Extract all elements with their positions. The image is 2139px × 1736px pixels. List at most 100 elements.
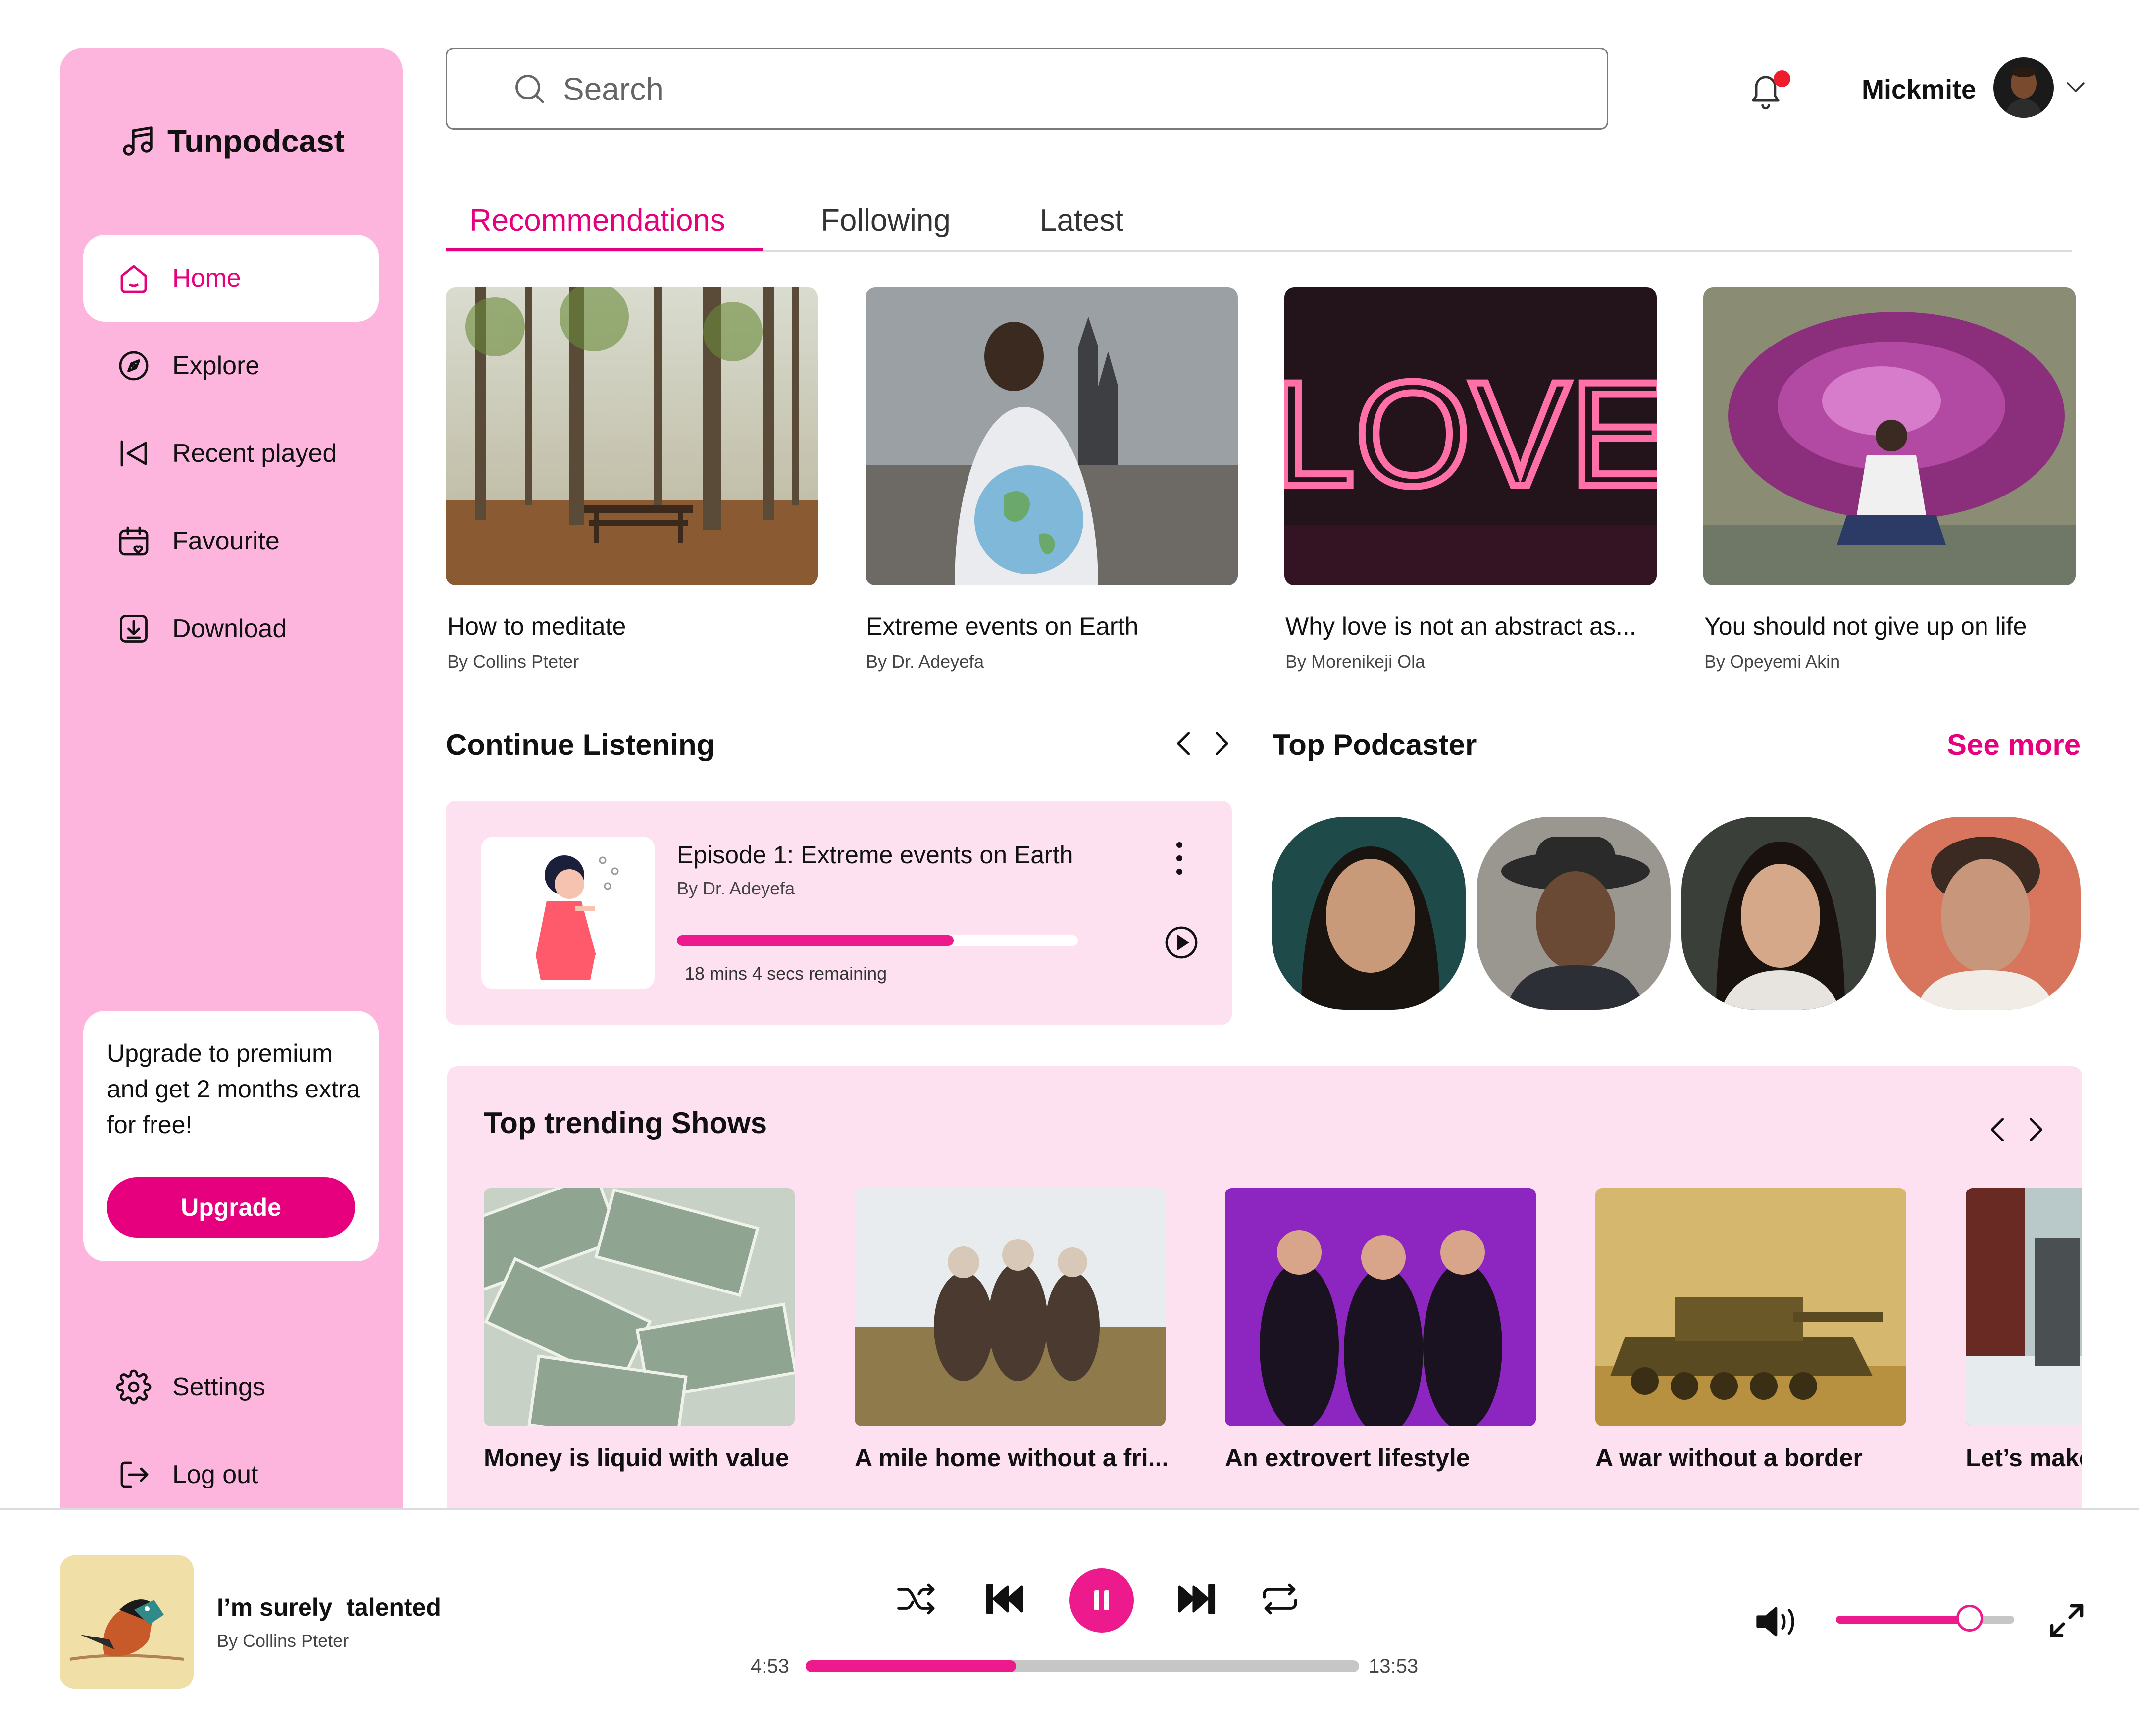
previous-track-icon[interactable] <box>982 1580 1027 1618</box>
next-track-icon[interactable] <box>1174 1580 1219 1618</box>
volume-slider[interactable] <box>1836 1605 2014 1632</box>
sidebar-item-home[interactable]: Home <box>83 235 379 322</box>
total-time: 13:53 <box>1369 1655 1419 1677</box>
tab-latest[interactable]: Latest <box>1040 203 1123 238</box>
notification-badge <box>1774 70 1790 87</box>
podcaster-avatar[interactable] <box>1477 817 1671 1010</box>
sidebar-item-label: Settings <box>172 1373 265 1401</box>
chevron-right-icon[interactable] <box>2024 1114 2048 1145</box>
upgrade-text: Upgrade to premium and get 2 months extr… <box>107 1040 360 1139</box>
app-logo[interactable]: Tunpodcast <box>120 119 345 163</box>
recent-icon <box>116 436 152 471</box>
sidebar-item-explore[interactable]: Explore <box>83 322 379 409</box>
episode-progress-bar[interactable] <box>677 935 1078 946</box>
recommendation-image-graffiti[interactable] <box>1703 287 2076 585</box>
trending-show-title[interactable]: A war without a border <box>1595 1443 1863 1472</box>
episode-author: By Dr. Adeyefa <box>677 878 795 898</box>
sidebar-item-recent-played[interactable]: Recent played <box>83 410 379 497</box>
trending-image-party[interactable] <box>1225 1188 1536 1426</box>
trending-image-war[interactable] <box>1595 1188 1906 1426</box>
sidebar-item-favourite[interactable]: Favourite <box>83 497 379 585</box>
sidebar-item-settings[interactable]: Settings <box>83 1343 379 1431</box>
recommendation-title[interactable]: Why love is not an abstract as... <box>1285 612 1636 641</box>
recommendation-image-earth[interactable] <box>866 287 1238 585</box>
volume-fill <box>1836 1616 1970 1624</box>
user-name[interactable]: Mickmite <box>1862 74 1976 105</box>
shuffle-icon[interactable] <box>895 1580 940 1618</box>
now-playing-author: By Collins Pteter <box>217 1631 349 1651</box>
trending-image-money[interactable] <box>484 1188 795 1426</box>
podcaster-avatar[interactable] <box>1886 817 2081 1010</box>
sidebar-item-download[interactable]: Download <box>83 585 379 672</box>
sidebar-item-label: Log out <box>172 1460 258 1489</box>
recommendation-author: By Morenikeji Ola <box>1285 651 1426 672</box>
now-playing-title[interactable]: I’m surely talented <box>217 1593 441 1622</box>
sidebar-item-label: Explore <box>172 351 260 380</box>
app-name: Tunpodcast <box>167 123 345 159</box>
repeat-icon[interactable] <box>1258 1580 1302 1618</box>
trending-show-title[interactable]: Let’s make <box>1966 1443 2082 1472</box>
trending-title: Top trending Shows <box>484 1106 767 1140</box>
chevron-down-icon[interactable] <box>2064 79 2088 95</box>
trending-show-title[interactable]: An extrovert lifestyle <box>1225 1443 1470 1472</box>
sidebar-item-label: Favourite <box>172 527 280 555</box>
see-more-link[interactable]: See more <box>1947 728 2081 762</box>
volume-icon[interactable] <box>1753 1601 1802 1642</box>
recommendation-author: By Dr. Adeyefa <box>866 651 984 672</box>
avatar[interactable] <box>1993 57 2054 118</box>
time-remaining: 18 mins 4 secs remaining <box>685 963 887 984</box>
recommendation-image-love[interactable]: LOVE <box>1284 287 1657 585</box>
playback-progress-fill <box>806 1660 1016 1672</box>
search-input[interactable] <box>562 49 1505 129</box>
recommendation-author: By Collins Pteter <box>447 651 579 672</box>
more-options-icon[interactable] <box>1173 841 1185 876</box>
trending-show-title[interactable]: Money is liquid with value <box>484 1443 789 1472</box>
sidebar-item-label: Home <box>172 264 241 293</box>
play-icon[interactable] <box>1164 925 1199 960</box>
love-neon-text: LOVE <box>1284 350 1657 517</box>
sidebar-item-label: Recent played <box>172 439 337 468</box>
tab-recommendations[interactable]: Recommendations <box>469 203 725 238</box>
recommendation-image-forest[interactable] <box>446 287 818 585</box>
sidebar-item-logout[interactable]: Log out <box>83 1431 379 1518</box>
volume-knob[interactable] <box>1956 1605 1983 1632</box>
active-tab-indicator <box>446 248 763 251</box>
player-divider <box>0 1508 2139 1510</box>
podcaster-avatar[interactable] <box>1681 817 1876 1010</box>
search-icon <box>511 71 547 106</box>
chevron-left-icon[interactable] <box>1171 728 1195 759</box>
recommendation-title[interactable]: How to meditate <box>447 612 626 641</box>
sidebar-item-label: Download <box>172 614 287 643</box>
home-icon <box>116 260 152 296</box>
episode-thumbnail <box>481 837 655 989</box>
trending-image-friends[interactable] <box>855 1188 1166 1426</box>
expand-icon[interactable] <box>2047 1601 2087 1640</box>
trending-image-street[interactable] <box>1966 1188 2082 1426</box>
top-podcaster-title: Top Podcaster <box>1273 728 1477 761</box>
recommendation-title[interactable]: You should not give up on life <box>1704 612 2027 641</box>
now-playing-artwork[interactable] <box>60 1555 194 1689</box>
episode-title[interactable]: Episode 1: Extreme events on Earth <box>677 841 1073 869</box>
music-note-icon <box>120 123 155 159</box>
recommendation-title[interactable]: Extreme events on Earth <box>866 612 1138 641</box>
current-time: 4:53 <box>751 1655 789 1677</box>
playback-progress-bar[interactable] <box>806 1660 1359 1672</box>
download-icon <box>116 611 152 646</box>
upgrade-button[interactable]: Upgrade <box>107 1177 355 1238</box>
chevron-right-icon[interactable] <box>1210 728 1234 759</box>
episode-progress-fill <box>677 935 954 946</box>
trending-show-title[interactable]: A mile home without a fri... <box>855 1443 1169 1472</box>
upgrade-card: Upgrade to premium and get 2 months extr… <box>83 1011 379 1261</box>
podcaster-avatar[interactable] <box>1272 817 1466 1010</box>
recommendation-author: By Opeyemi Akin <box>1704 651 1840 672</box>
gear-icon <box>116 1369 152 1405</box>
pause-button[interactable] <box>1070 1568 1134 1633</box>
logout-icon <box>116 1457 152 1492</box>
tab-following[interactable]: Following <box>821 203 951 238</box>
favourite-icon <box>116 523 152 559</box>
compass-icon <box>116 348 152 384</box>
continue-listening-card[interactable]: Episode 1: Extreme events on Earth By Dr… <box>446 801 1232 1025</box>
continue-listening-title: Continue Listening <box>446 728 715 761</box>
search-bar[interactable] <box>446 48 1608 130</box>
chevron-left-icon[interactable] <box>1986 1114 2009 1145</box>
